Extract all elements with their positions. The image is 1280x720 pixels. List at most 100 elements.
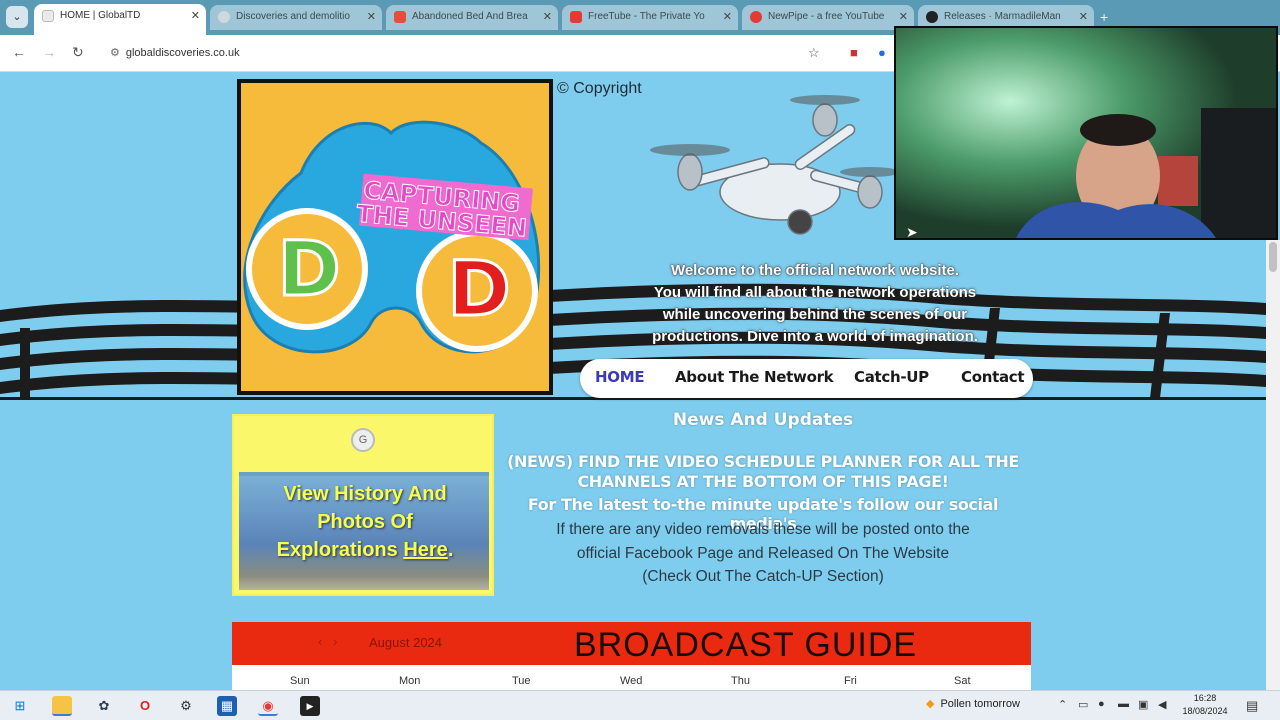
calendar-day-header: Fri (844, 675, 857, 687)
weather-icon: ◆ (926, 698, 935, 710)
history-suffix: . (447, 539, 454, 561)
tray-battery-icon[interactable]: ▬ (1118, 698, 1129, 710)
site-favicon-icon (42, 10, 54, 22)
extension-icon[interactable]: ■ (850, 45, 858, 60)
forward-arrow-icon[interactable]: → (42, 44, 56, 60)
news-heading: News And Updates (672, 410, 854, 430)
calendar-day-header: Mon (399, 675, 421, 687)
site-info-icon[interactable]: ⚙ (110, 47, 120, 59)
tab-home[interactable]: HOME | GlobalTD ✕ (34, 4, 206, 35)
news-announcement: (NEWS) FIND THE VIDEO SCHEDULE PLANNER F… (500, 452, 1026, 492)
scrollbar-thumb[interactable] (1269, 242, 1277, 272)
webcam-feed-image (896, 28, 1276, 238)
welcome-line: You will find all about the network oper… (653, 284, 977, 301)
windows-taskbar: ⊞ ✿ O ⚙ ▦ ◉ ▶ ◆ Pollen tomorrow ⌃ ▭ ● ▬ ▣… (0, 690, 1280, 720)
tray-wifi-icon[interactable]: ▣ (1138, 698, 1148, 711)
profile-icon[interactable]: ● (878, 45, 886, 60)
nav-contact[interactable]: Contact (961, 368, 1025, 386)
history-line3: Explorations (276, 539, 404, 561)
globe-icon (218, 11, 230, 23)
news-body-line2: official Facebook Page and Released On T… (576, 544, 950, 562)
copyright-text: © Copyright (557, 80, 642, 97)
welcome-line: productions. Dive into a world of imagin… (652, 328, 978, 345)
tab-search-button[interactable]: ⌄ (6, 6, 28, 28)
system-clock[interactable]: 16:28 18/08/2024 (1180, 692, 1230, 718)
reload-icon[interactable]: ↻ (72, 44, 84, 61)
clock-date: 18/08/2024 (1182, 706, 1228, 716)
webcam-overlay (894, 26, 1278, 240)
url-text: globaldiscoveries.co.uk (125, 47, 240, 59)
tab-title: Releases · MarmadileMan (944, 11, 1061, 22)
app-icon[interactable]: ✿ (94, 696, 114, 716)
channel-logo: CAPTURING THE UNSEEN D D (237, 79, 553, 395)
close-icon[interactable]: ✕ (367, 5, 376, 29)
welcome-text: Welcome to the official network website.… (580, 260, 1050, 348)
calendar-day-header: Sun (290, 675, 310, 687)
tab-newpipe[interactable]: NewPipe - a free YouTube ✕ (742, 5, 914, 30)
broadcast-guide-header: ‹ › August 2024 BROADCAST GUIDE (232, 622, 1031, 665)
github-icon (926, 11, 938, 23)
tray-network-icon[interactable]: ▭ (1078, 698, 1088, 711)
broadcast-guide: ‹ › August 2024 BROADCAST GUIDE Sun Mon … (232, 622, 1031, 690)
video-app-icon[interactable]: ▶ (300, 696, 320, 716)
news-announcement-line2: CHANNELS AT THE BOTTOM OF THIS PAGE! (577, 472, 949, 491)
video-icon (394, 11, 406, 23)
calendar-day-header: Tue (512, 675, 531, 687)
history-line2: Photos Of (317, 511, 413, 533)
logo-letter-left: D (277, 224, 340, 313)
tray-volume-icon[interactable]: ◀ (1158, 698, 1166, 711)
tray-mic-icon[interactable]: ● (1098, 698, 1105, 710)
binoculars-logo-icon: CAPTURING THE UNSEEN D D (243, 120, 541, 354)
close-icon[interactable]: ✕ (723, 5, 732, 29)
calendar-month: August 2024 (369, 635, 443, 650)
notification-icon[interactable]: ▤ (1246, 698, 1258, 714)
back-arrow-icon[interactable]: ← (12, 44, 26, 60)
bookmark-star-icon[interactable]: ☆ (808, 45, 820, 61)
welcome-line: Welcome to the official network website. (670, 262, 960, 279)
windows-start-icon[interactable]: ⊞ (10, 696, 30, 716)
welcome-line: while uncovering behind the scenes of ou… (662, 306, 968, 323)
history-card[interactable]: G View History And Photos Of Exploration… (232, 414, 494, 596)
close-icon[interactable]: ✕ (191, 4, 200, 28)
clock-time: 16:28 (1193, 693, 1217, 703)
nav-catch-up[interactable]: Catch-UP (854, 368, 929, 386)
opera-icon[interactable]: O (135, 696, 155, 716)
tab-title: Discoveries and demolitio (236, 11, 350, 22)
chrome-icon[interactable]: ◉ (258, 696, 278, 716)
history-here-link[interactable]: Here (403, 539, 447, 561)
tray-chevron-icon[interactable]: ⌃ (1058, 698, 1067, 711)
site-nav: HOME About The Network Catch-UP Contact (580, 359, 1033, 398)
broadcast-guide-title: BROADCAST GUIDE (574, 626, 918, 664)
address-bar[interactable]: ⚙ globaldiscoveries.co.uk (110, 46, 240, 59)
news-body: If there are any video removals these wi… (500, 518, 1026, 589)
weather-text: Pollen tomorrow (940, 698, 1020, 710)
drone-image (650, 95, 900, 235)
newpipe-icon (750, 11, 762, 23)
weather-widget[interactable]: ◆ Pollen tomorrow (926, 697, 1020, 710)
calendar-day-header: Thu (731, 675, 750, 687)
new-tab-button[interactable]: + (1100, 9, 1108, 25)
tab-title: FreeTube - The Private Yo (588, 11, 705, 22)
calendar-nav-arrows[interactable]: ‹ › (318, 634, 338, 649)
tab-freetube[interactable]: FreeTube - The Private Yo ✕ (562, 5, 738, 30)
mouse-cursor-icon: ➤ (906, 224, 918, 240)
logo-letter-right: D (447, 244, 510, 333)
news-announcement-line1: (NEWS) FIND THE VIDEO SCHEDULE PLANNER F… (507, 452, 1019, 471)
file-explorer-icon[interactable] (52, 696, 72, 716)
tab-title: Abandoned Bed And Brea (412, 11, 528, 22)
nav-home[interactable]: HOME (595, 368, 645, 386)
tab-title: NewPipe - a free YouTube (768, 11, 885, 22)
news-body-line1: If there are any video removals these wi… (556, 521, 970, 538)
calculator-icon[interactable]: ▦ (217, 696, 237, 716)
freetube-icon (570, 11, 582, 23)
page-scrollbar[interactable] (1266, 240, 1280, 690)
tab-abandoned[interactable]: Abandoned Bed And Brea ✕ (386, 5, 558, 30)
history-card-title: View History And Photos Of Explorations … (244, 480, 486, 564)
settings-gear-icon[interactable]: ⚙ (176, 696, 196, 716)
tab-discoveries[interactable]: Discoveries and demolitio ✕ (210, 5, 382, 30)
news-body-line3: (Check Out The Catch-UP Section) (642, 568, 884, 585)
history-line1: View History And (283, 483, 447, 505)
calendar-day-header: Sat (954, 675, 971, 687)
close-icon[interactable]: ✕ (543, 5, 552, 29)
nav-about-the-network[interactable]: About The Network (675, 368, 834, 386)
